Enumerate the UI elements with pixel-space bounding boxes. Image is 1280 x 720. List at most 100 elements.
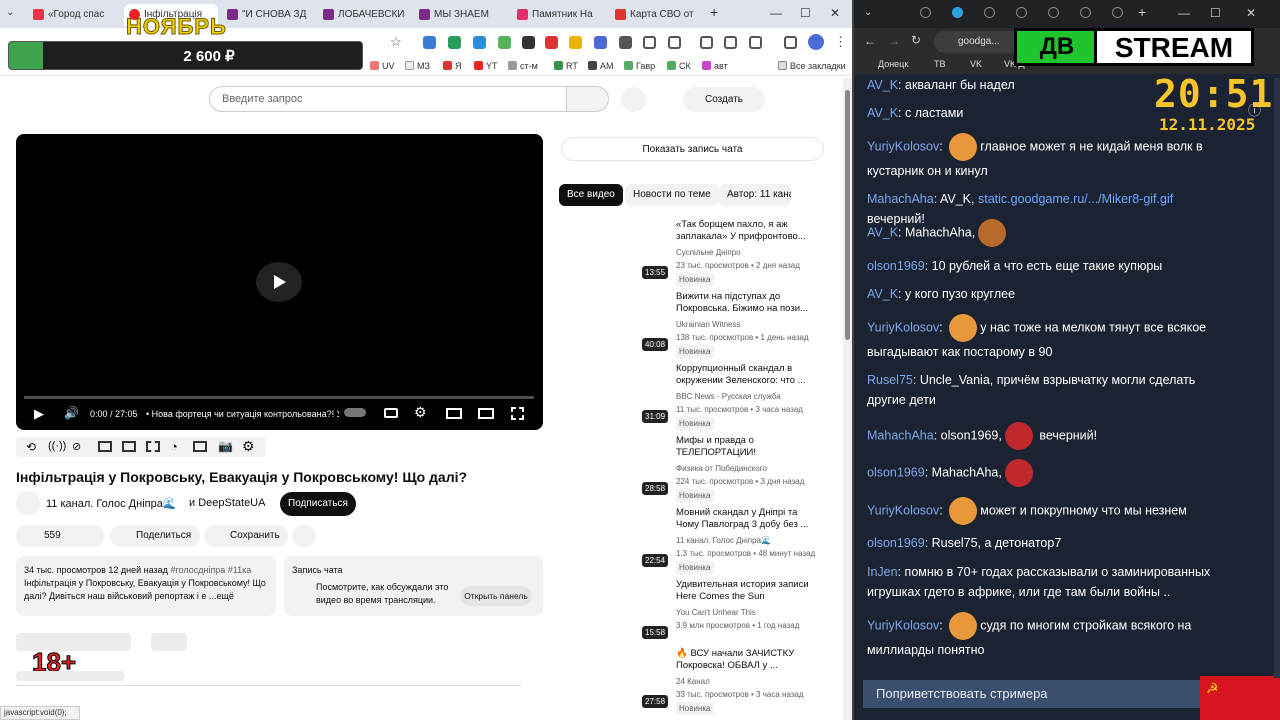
chip-related[interactable]: Новости по теме xyxy=(625,184,719,206)
more-actions-button[interactable] xyxy=(292,525,316,547)
like-button[interactable]: 559 xyxy=(16,525,104,547)
bookmark-item[interactable]: Донецк xyxy=(878,59,908,69)
chat-username[interactable]: YuriyKolosov xyxy=(867,139,939,153)
maximize-button[interactable]: ☐ xyxy=(1210,6,1221,20)
video-title[interactable]: Удивительная история записи Here Comes t… xyxy=(676,579,816,603)
recommended-video[interactable]: 22:54 Мовний скандал у Дніпрі та Чому Пав… xyxy=(560,507,830,574)
extension-icon[interactable] xyxy=(569,36,582,49)
video-title[interactable]: «Так борщем пахло, я аж заплакала» У при… xyxy=(676,219,816,243)
video-title[interactable]: Мифы и правда о ТЕЛЕПОРТАЦИИ! xyxy=(676,435,816,459)
tab-favicon-icon[interactable] xyxy=(984,7,995,18)
progress-bar[interactable] xyxy=(24,396,534,399)
miniplayer-icon[interactable] xyxy=(446,408,462,419)
video-title[interactable]: Мовний скандал у Дніпрі та Чому Павлогра… xyxy=(676,507,816,531)
bookmark-item[interactable]: МЗ xyxy=(405,61,430,71)
tab-favicon-icon[interactable] xyxy=(952,7,963,18)
back-icon[interactable]: ← xyxy=(864,34,876,48)
chat-username[interactable]: YuriyKolosov xyxy=(867,618,939,632)
settings-gear-icon[interactable]: ⚙ xyxy=(242,438,255,455)
extension-icon[interactable] xyxy=(423,36,436,49)
tab-list-icon[interactable]: ⌄ xyxy=(864,7,872,18)
voice-search-button[interactable] xyxy=(621,87,646,112)
recommended-video[interactable]: 13:55 «Так борщем пахло, я аж заплакала» … xyxy=(560,219,830,286)
extension-icon[interactable] xyxy=(619,36,632,49)
tab-3[interactable]: "И СНОВА ЗД xyxy=(222,4,316,26)
show-chat-replay-button[interactable]: Показать запись чата xyxy=(561,137,824,161)
subscribe-button[interactable]: Подписаться xyxy=(280,492,356,516)
bookmark-item[interactable]: ТВ xyxy=(934,59,946,69)
screenshot-icon[interactable] xyxy=(98,441,112,452)
reload-icon[interactable]: ↻ xyxy=(911,33,921,47)
channel-name[interactable]: BBC News - Русская служба xyxy=(676,390,836,403)
chat-username[interactable]: YuriyKolosov xyxy=(867,503,939,517)
create-button[interactable]: Создать xyxy=(683,87,765,112)
hashtags[interactable]: #голосдніпра #11ка xyxy=(170,565,251,575)
scrollbar[interactable] xyxy=(843,78,852,720)
picture-icon[interactable] xyxy=(122,441,136,452)
speed-icon[interactable]: ◔ xyxy=(170,439,178,454)
chat-username[interactable]: olson1969 xyxy=(867,465,925,479)
autoplay-toggle[interactable] xyxy=(344,408,366,417)
minimize-button[interactable]: — xyxy=(1178,6,1190,20)
channel-name[interactable]: Ukrainian Witness xyxy=(676,318,836,331)
minimize-button[interactable]: — xyxy=(770,6,782,20)
no-video-icon[interactable]: ⊘ xyxy=(72,440,81,453)
close-window-button[interactable]: ✕ xyxy=(830,6,840,20)
recommended-video[interactable]: 40:08 Вижити на підступах до Покровська. … xyxy=(560,291,830,358)
channel-name[interactable]: Физика от Побединского xyxy=(676,462,836,475)
link-icon[interactable] xyxy=(724,36,737,49)
tab-4[interactable]: ЛОБАЧЕВСКИ xyxy=(318,4,412,26)
recommended-video[interactable]: 27:58 🔥 ВСУ начали ЗАЧИСТКУ Покровска! ОБ… xyxy=(560,648,830,715)
key-icon[interactable] xyxy=(700,36,713,49)
video-description[interactable]: 34 тыс. просмотров 12 дней назад #голосд… xyxy=(16,556,276,616)
channel-name[interactable]: 11 канал. Голос Дніпра🌊 xyxy=(676,534,836,547)
profile-avatar-icon[interactable] xyxy=(808,34,824,50)
show-more-link[interactable]: ...ещё xyxy=(209,591,234,601)
chapter-title[interactable]: • Нова фортеця чи ситуація контрольована… xyxy=(146,409,339,419)
chat-username[interactable]: AV_K xyxy=(867,287,898,301)
tab-favicon-icon[interactable] xyxy=(1112,7,1123,18)
bookmark-item[interactable]: Гавр xyxy=(624,61,655,71)
chat-username[interactable]: AV_K xyxy=(867,225,898,239)
channel-name[interactable]: 24 Канал xyxy=(676,675,836,688)
video-player[interactable]: ▶ 🔊 0:00 / 27:05 • Нова фортеця чи ситуа… xyxy=(16,134,543,430)
forward-icon[interactable]: → xyxy=(888,34,900,48)
extension-icon[interactable] xyxy=(498,36,511,49)
bookmark-item[interactable]: VK xyxy=(970,59,982,69)
search-input[interactable]: Введите запрос xyxy=(209,86,567,112)
menu-dots-icon[interactable]: ⋮ xyxy=(834,34,847,50)
audio-icon[interactable]: ((·)) xyxy=(48,440,66,452)
chat-username[interactable]: AV_K xyxy=(867,78,898,92)
search-button[interactable] xyxy=(566,86,609,112)
tab-1[interactable]: «Город спас xyxy=(28,4,124,26)
chat-link[interactable]: static.goodgame.ru/.../Miker8-gif.gif xyxy=(978,192,1173,206)
tab-favicon-icon[interactable] xyxy=(1048,7,1059,18)
new-tab-button[interactable]: + xyxy=(1138,4,1146,20)
new-tab-button[interactable]: + xyxy=(710,4,718,20)
open-panel-button[interactable]: Открыть панель xyxy=(460,586,532,606)
subtitles-icon[interactable] xyxy=(384,408,398,418)
fullscreen-icon[interactable] xyxy=(511,407,524,420)
chip-author[interactable]: Автор: 11 канал xyxy=(719,184,791,206)
play-icon[interactable] xyxy=(256,262,302,302)
chat-username[interactable]: Rusel75 xyxy=(867,373,913,387)
extension-icon[interactable] xyxy=(545,36,558,49)
extension-icon[interactable] xyxy=(473,36,486,49)
tab-favicon-icon[interactable] xyxy=(920,7,931,18)
camera-icon[interactable]: 📷 xyxy=(218,439,233,453)
scrollbar[interactable] xyxy=(1274,78,1280,678)
close-window-button[interactable]: ✕ xyxy=(1246,6,1256,20)
bookmark-item[interactable]: Я xyxy=(443,61,462,71)
chat-username[interactable]: InJen xyxy=(867,565,898,579)
save-button[interactable]: Сохранить xyxy=(204,525,288,547)
chat-username[interactable]: YuriyKolosov xyxy=(867,320,939,334)
recommended-video[interactable]: 28:58 Мифы и правда о ТЕЛЕПОРТАЦИИ! Физика… xyxy=(560,435,830,502)
chat-username[interactable]: MahachAha xyxy=(867,192,934,206)
chat-username[interactable]: olson1969 xyxy=(867,536,925,550)
info-icon[interactable]: ⓘ xyxy=(1248,100,1261,119)
tab-6[interactable]: Памятник На xyxy=(512,4,606,26)
play-button[interactable]: ▶ xyxy=(34,406,44,422)
bookmark-item[interactable]: AM xyxy=(588,61,614,71)
chat-username[interactable]: AV_K xyxy=(867,106,898,120)
volume-icon[interactable]: 🔊 xyxy=(64,406,79,420)
